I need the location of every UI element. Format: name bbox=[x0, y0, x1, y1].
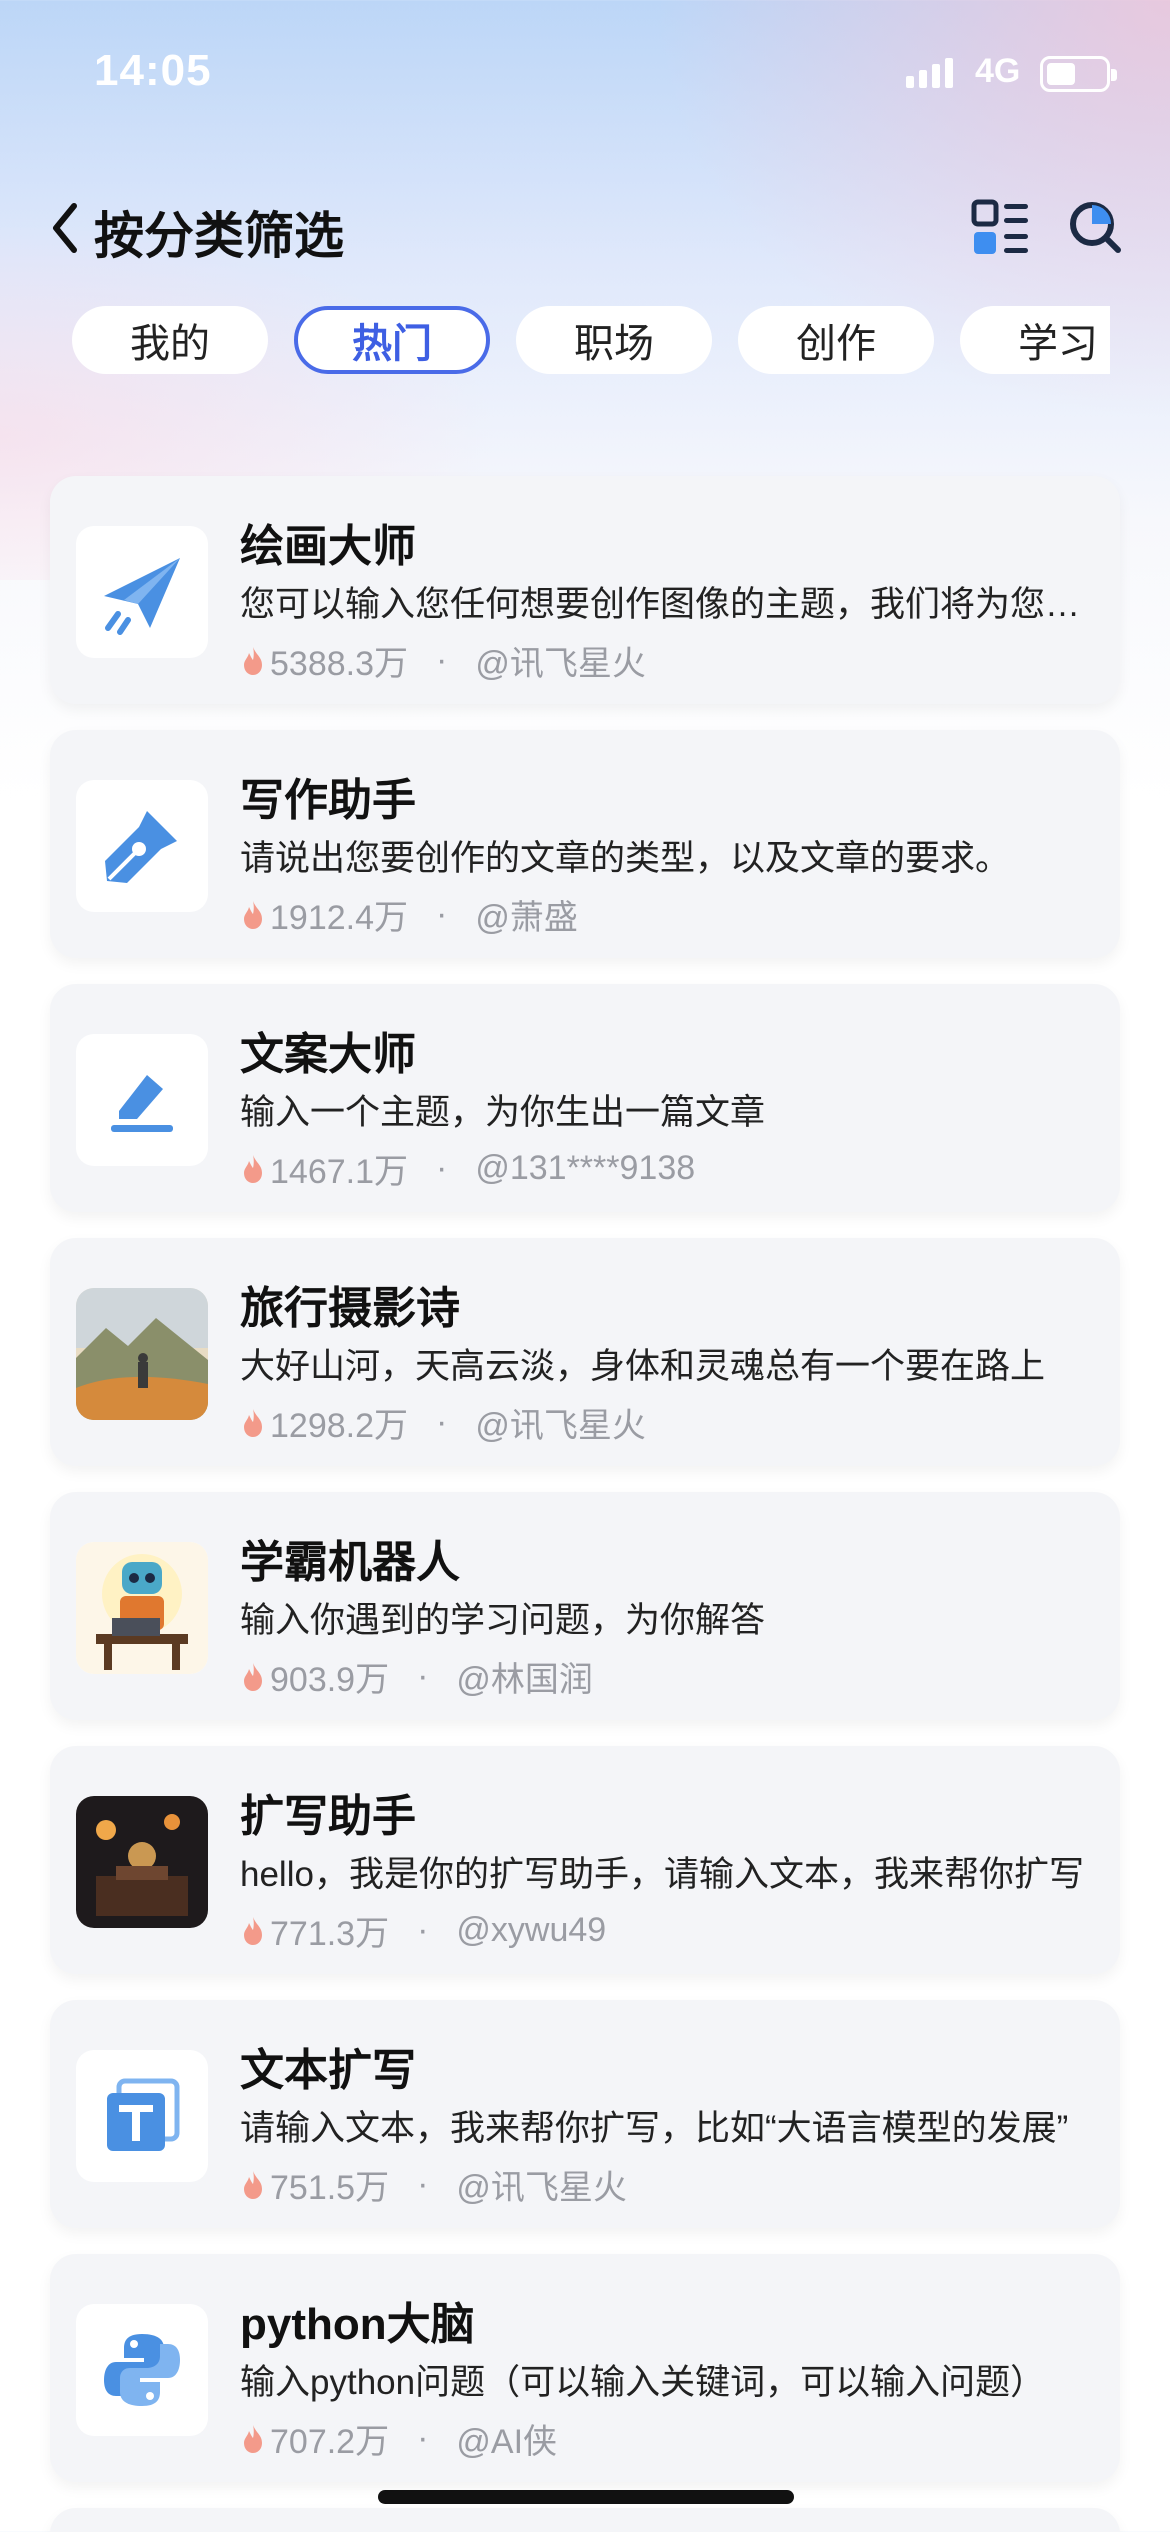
card-description: 请输入文本，我来帮你扩写，比如“大语言模型的发展” bbox=[240, 2109, 1069, 2148]
edit-icon bbox=[76, 1034, 208, 1166]
fire-icon bbox=[244, 1916, 262, 1945]
page-title: 按分类筛选 bbox=[94, 208, 344, 264]
paper-plane-icon bbox=[76, 526, 208, 658]
signal-icon bbox=[906, 58, 953, 88]
card-meta: 707.2万 · @AI侠 bbox=[240, 2414, 557, 2463]
list-view-icon bbox=[971, 199, 1028, 254]
hot-count: 1467.1万 bbox=[270, 1153, 408, 1191]
tab-creation[interactable]: 创作 bbox=[738, 306, 934, 374]
assistant-card[interactable]: python大脑 输入python问题（可以输入关键词，可以输入问题） 707.… bbox=[50, 2254, 1120, 2482]
hot-count: 1912.4万 bbox=[270, 899, 408, 937]
fountain-pen-icon bbox=[76, 780, 208, 912]
assistant-card[interactable]: 文案大师 输入一个主题，为你生出一篇文章 1467.1万 · @131****9… bbox=[50, 984, 1120, 1212]
card-description: 输入你遇到的学习问题，为你解答 bbox=[240, 1601, 766, 1640]
meta-separator: · bbox=[436, 1149, 448, 1187]
header: 按分类筛选 bbox=[0, 180, 1170, 270]
fire-icon bbox=[244, 2170, 262, 2199]
card-title: 学霸机器人 bbox=[240, 1538, 460, 1587]
chevron-left-icon bbox=[53, 203, 77, 253]
assistant-card-partial[interactable] bbox=[50, 2508, 1120, 2532]
home-indicator[interactable] bbox=[378, 2490, 794, 2504]
card-description: 输入python问题（可以输入关键词，可以输入问题） bbox=[240, 2363, 1046, 2402]
card-title: python大脑 bbox=[240, 2300, 475, 2349]
card-meta: 903.9万 · @林国润 bbox=[240, 1652, 593, 1701]
meta-separator: · bbox=[417, 2165, 429, 2203]
hot-count: 751.5万 bbox=[270, 2169, 390, 2207]
assistant-card[interactable]: 扩写助手 hello，我是你的扩写助手，请输入文本，我来帮你扩写 771.3万 … bbox=[50, 1746, 1120, 1974]
meta-separator: · bbox=[417, 1657, 429, 1695]
meta-separator: · bbox=[436, 895, 448, 933]
card-meta: 1298.2万 · @讯飞星火 bbox=[240, 1398, 646, 1447]
network-type: 4G bbox=[975, 52, 1021, 90]
card-meta: 771.3万 · @xywu49 bbox=[240, 1906, 606, 1955]
card-title: 写作助手 bbox=[240, 776, 416, 825]
card-meta: 1467.1万 · @131****9138 bbox=[240, 1144, 695, 1193]
author[interactable]: @讯飞星火 bbox=[456, 2160, 627, 2209]
fire-icon bbox=[244, 1408, 262, 1437]
assistant-card[interactable]: 学霸机器人 输入你遇到的学习问题，为你解答 903.9万 · @林国润 bbox=[50, 1492, 1120, 1720]
back-button[interactable] bbox=[40, 198, 90, 258]
fire-icon bbox=[244, 1662, 262, 1691]
hot-count: 707.2万 bbox=[270, 2423, 390, 2461]
card-meta: 751.5万 · @讯飞星火 bbox=[240, 2160, 627, 2209]
author[interactable]: @131****9138 bbox=[475, 1149, 695, 1188]
robot-icon bbox=[76, 1542, 208, 1674]
assistant-card[interactable]: 文本扩写 请输入文本，我来帮你扩写，比如“大语言模型的发展” 751.5万 · … bbox=[50, 2000, 1120, 2228]
tab-workplace[interactable]: 职场 bbox=[516, 306, 712, 374]
card-description: 请说出您要创作的文章的类型，以及文章的要求。 bbox=[240, 839, 1011, 878]
card-title: 文本扩写 bbox=[240, 2046, 416, 2095]
assistant-card[interactable]: 写作助手 请说出您要创作的文章的类型，以及文章的要求。 1912.4万 · @萧… bbox=[50, 730, 1120, 958]
hot-count: 1298.2万 bbox=[270, 1407, 408, 1445]
card-title: 旅行摄影诗 bbox=[240, 1284, 460, 1333]
card-description: 输入一个主题，为你生出一篇文章 bbox=[240, 1093, 766, 1132]
card-description: hello，我是你的扩写助手，请输入文本，我来帮你扩写 bbox=[240, 1855, 1084, 1894]
hot-count: 5388.3万 bbox=[270, 645, 408, 683]
card-title: 扩写助手 bbox=[240, 1792, 416, 1841]
assistant-card[interactable]: 旅行摄影诗 大好山河，天高云淡，身体和灵魂总有一个要在路上 1298.2万 · … bbox=[50, 1238, 1120, 1466]
meta-separator: · bbox=[417, 1911, 429, 1949]
author[interactable]: @林国润 bbox=[456, 1652, 593, 1701]
author[interactable]: @xywu49 bbox=[456, 1911, 606, 1950]
night-scene-icon bbox=[76, 1796, 208, 1928]
author[interactable]: @萧盛 bbox=[475, 890, 578, 939]
tab-study[interactable]: 学习 bbox=[960, 306, 1110, 374]
fire-icon bbox=[244, 900, 262, 929]
meta-separator: · bbox=[436, 1403, 448, 1441]
mountain-photo-icon bbox=[76, 1288, 208, 1420]
card-title: 绘画大师 bbox=[240, 522, 416, 571]
fire-icon bbox=[244, 1154, 262, 1183]
meta-separator: · bbox=[436, 641, 448, 679]
card-description: 大好山河，天高云淡，身体和灵魂总有一个要在路上 bbox=[240, 1347, 1046, 1386]
card-title: 文案大师 bbox=[240, 1030, 416, 1079]
category-tabs: 我的 热门 职场 创作 学习 bbox=[0, 306, 1110, 378]
fire-icon bbox=[244, 646, 262, 675]
author[interactable]: @讯飞星火 bbox=[475, 1398, 646, 1447]
python-icon bbox=[76, 2304, 208, 2436]
status-time: 14:05 bbox=[94, 46, 212, 95]
hot-count: 903.9万 bbox=[270, 1661, 390, 1699]
tab-hot[interactable]: 热门 bbox=[294, 306, 490, 374]
author[interactable]: @讯飞星火 bbox=[475, 636, 646, 685]
search-button[interactable] bbox=[1062, 194, 1128, 260]
card-description: 您可以输入您任何想要创作图像的主题，我们将为您生成图像 bbox=[240, 585, 1090, 624]
tab-mine[interactable]: 我的 bbox=[72, 306, 268, 374]
card-meta: 5388.3万 · @讯飞星火 bbox=[240, 636, 646, 685]
search-icon bbox=[1070, 202, 1121, 253]
battery-icon bbox=[1040, 56, 1117, 92]
status-bar: 14:05 4G bbox=[0, 0, 1170, 150]
author[interactable]: @AI侠 bbox=[456, 2414, 557, 2463]
text-t-icon bbox=[76, 2050, 208, 2182]
list-view-button[interactable] bbox=[968, 194, 1034, 260]
meta-separator: · bbox=[417, 2419, 429, 2457]
card-meta: 1912.4万 · @萧盛 bbox=[240, 890, 578, 939]
assistant-card[interactable]: 绘画大师 您可以输入您任何想要创作图像的主题，我们将为您生成图像 5388.3万… bbox=[50, 476, 1120, 704]
hot-count: 771.3万 bbox=[270, 1915, 390, 1953]
fire-icon bbox=[244, 2424, 262, 2453]
